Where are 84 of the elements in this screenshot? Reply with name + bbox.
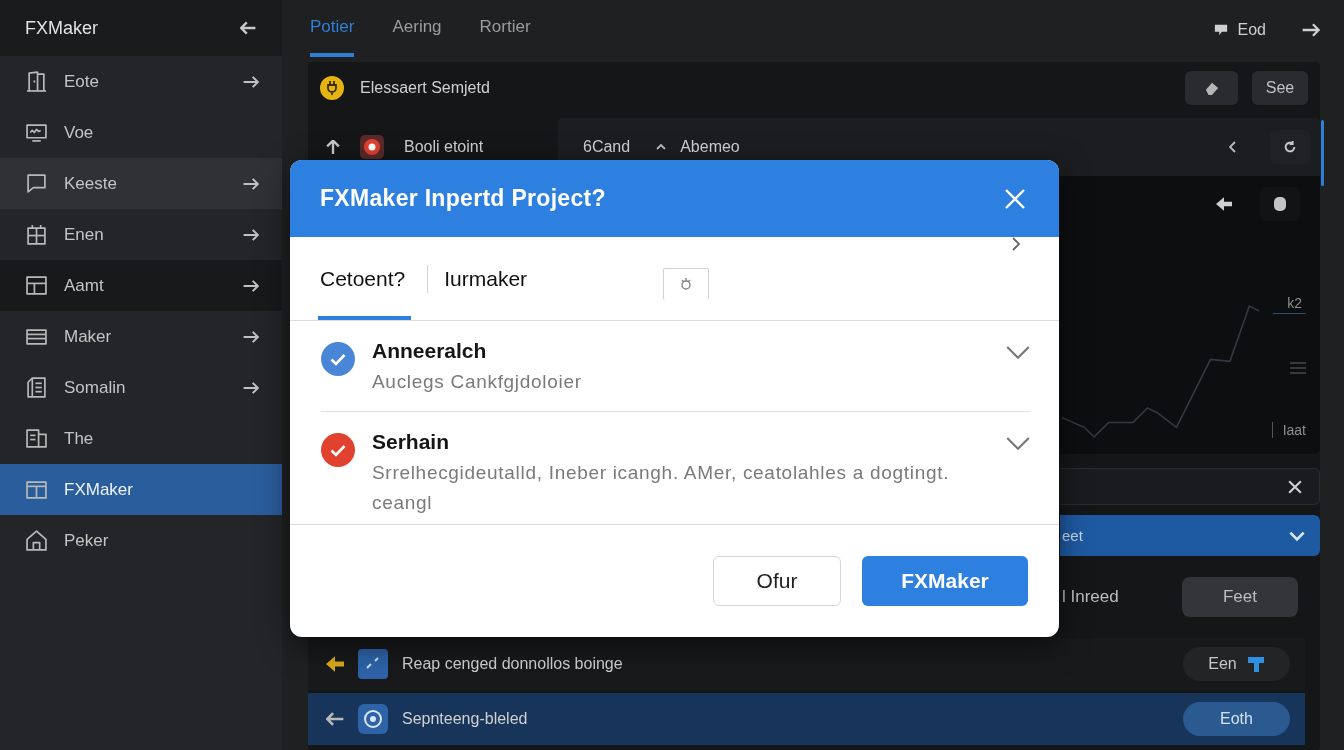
check-circle-icon[interactable] [321,433,355,467]
chat-icon [26,173,47,194]
chevron-icon[interactable] [1006,437,1030,451]
target-icon [358,704,388,734]
row-title: Sepnteeng-bleled [402,710,528,728]
arrow-right-icon [243,329,259,344]
scrollbar-thumb[interactable] [1321,120,1324,186]
source-field: 6Cand [583,138,631,156]
sidebar-item[interactable]: Maker [0,311,282,362]
dropdown[interactable]: eet [1060,515,1320,556]
chart-label: Iaat [1271,422,1306,438]
dialog-tab[interactable]: Cetoent? [318,237,412,320]
list-row[interactable]: Sepnteeng-bleled Eoth [308,693,1305,745]
dialog-title: FXMaker Inpertd Project? [320,185,606,212]
icon-button[interactable] [1185,71,1238,105]
speech-bubble-icon[interactable] [1213,23,1228,37]
sidebar-item[interactable]: Keeste [0,158,282,209]
option-description: Srrelhecgideutalld, Ineber icangh. AMer, ceatolahles a dogtingt. ceangl [372,461,951,515]
icon-button[interactable] [1270,130,1310,164]
action-button[interactable]: Feet [1182,576,1298,617]
arrow-right-icon [243,278,259,293]
caret-up-icon [656,144,667,150]
arrow-right-icon [243,176,259,191]
sidebar-item[interactable]: Eote [0,56,282,107]
plug-icon [320,76,344,100]
chevron-left-icon[interactable] [1229,141,1236,153]
main-tab[interactable]: Aering [392,0,442,57]
monitor-icon [26,122,47,143]
eraser-icon [1203,81,1220,95]
arrow-right-icon [243,74,259,89]
option-title: Serhain [372,430,451,454]
arrow-left-icon [326,656,344,672]
option-description: Auclegs Cankfgjdoloier [372,370,583,394]
lines-icon [1290,361,1306,375]
main-tab[interactable]: Rortier [479,0,531,57]
dialog-button[interactable]: Ofur [713,556,841,606]
option-label: l Inreed [1062,586,1119,607]
refresh-icon [1282,140,1298,154]
arrow-left-icon[interactable] [1216,196,1232,211]
row-button[interactable]: Eoth [1183,702,1290,736]
sidebar-item[interactable]: Peker [0,515,282,566]
sidebar-item[interactable]: Enen [0,209,282,260]
action-button[interactable]: See [1252,71,1308,105]
sidebar-item[interactable]: Somalin [0,362,282,413]
sidebar-item[interactable]: FXMaker [0,464,282,515]
square-icon [1273,196,1287,211]
app-title: FXMaker [25,17,98,39]
dialog-button[interactable]: FXMaker [862,556,1028,606]
source-field: Abemeo [680,138,740,156]
arrow-right-icon [243,227,259,242]
stopwatch-icon [679,277,694,291]
chart-label: k2 [1273,295,1306,314]
house-icon [26,530,47,551]
window-icon [26,479,47,500]
account-label: Eod [1237,21,1266,39]
chevron-icon[interactable] [1006,346,1030,360]
arrow-right-icon [243,380,259,395]
sidebar-item[interactable]: Voe [0,107,282,158]
main-tab[interactable]: Potier [310,0,355,57]
arrow-right-icon[interactable] [1302,22,1320,38]
close-icon[interactable] [1287,479,1303,494]
t-shape-icon [1246,656,1265,672]
arrow-left-icon [326,711,344,727]
table-icon [26,275,47,296]
source-title: Booli etoint [404,138,484,156]
tile-icon [358,649,388,679]
dialog-tab[interactable]: Iurmaker [442,237,534,320]
card-icon [26,326,47,347]
door-icon [26,71,47,92]
book-icon [26,377,47,398]
arrow-up-icon[interactable] [326,140,340,154]
grid-icon [26,224,47,245]
section-title: Elessaert Semjetd [360,79,490,97]
row-button[interactable]: Een [1183,647,1290,681]
row-title: Reap cenged donnollos boinge [402,655,623,673]
filter-field[interactable] [1060,468,1320,505]
icon-button[interactable] [1260,186,1300,221]
record-icon [360,135,384,159]
sidebar-item[interactable]: Aamt [0,260,282,311]
check-circle-icon[interactable] [321,342,355,376]
devices-icon [26,428,47,449]
back-arrow-icon[interactable] [240,21,256,35]
option-title: Anneeralch [372,339,488,363]
sidebar-item[interactable]: The [0,413,282,464]
